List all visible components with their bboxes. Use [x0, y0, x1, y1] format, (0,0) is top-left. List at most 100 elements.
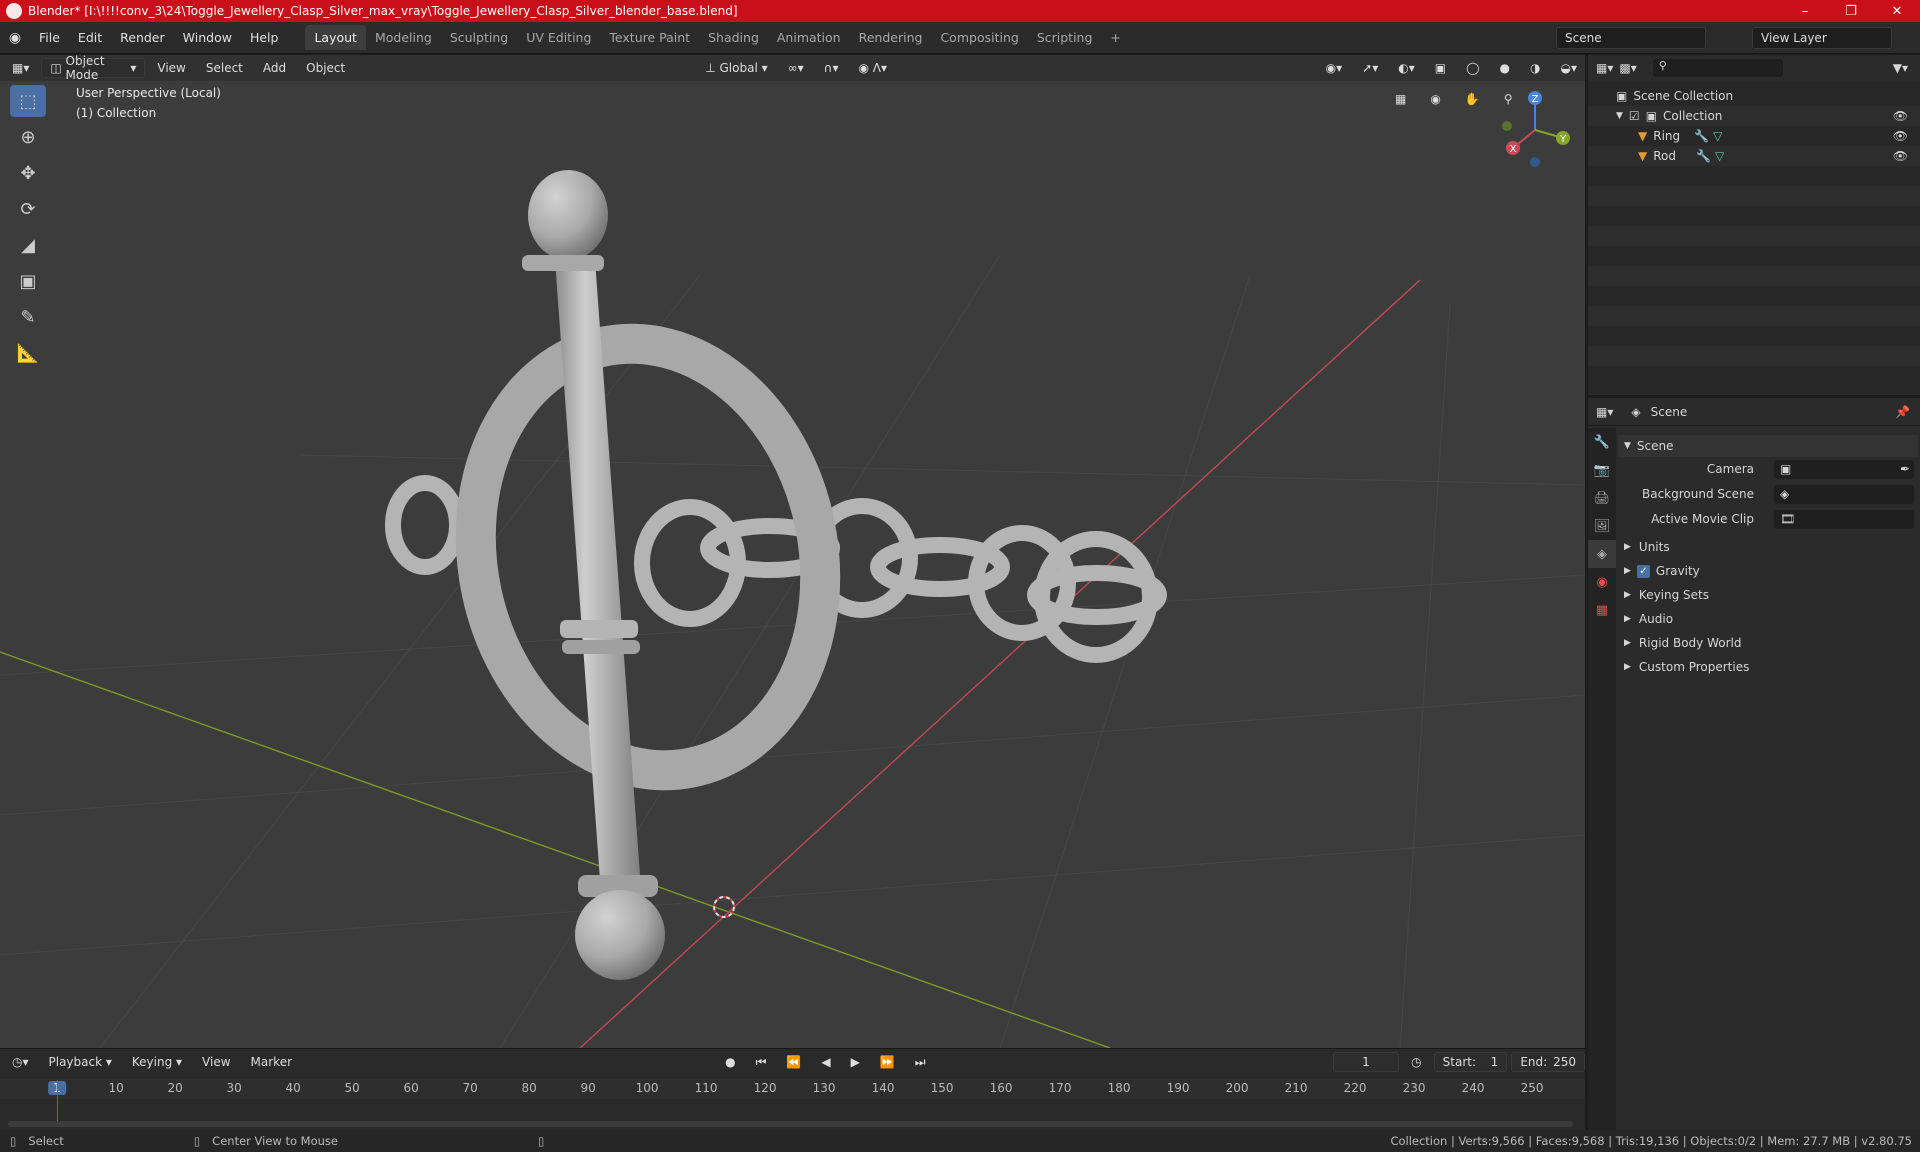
outliner-row-scene-collection[interactable]: ▣ Scene Collection	[1588, 86, 1920, 106]
outliner-search-input[interactable]: ⚲	[1652, 59, 1783, 77]
grid-view-icon[interactable]: ▦	[1387, 89, 1414, 109]
outliner-row-rod[interactable]: ▼ Rod 🔧 ▽ 👁	[1588, 146, 1920, 166]
minimize-icon[interactable]: –	[1782, 0, 1828, 22]
menu-window[interactable]: Window	[174, 30, 241, 45]
visibility-icon[interactable]: ◉▾	[1318, 58, 1351, 78]
units-panel[interactable]: ▶ Units	[1624, 536, 1914, 558]
camera-view-icon[interactable]: ◉	[1422, 89, 1448, 109]
menu-select[interactable]: Select	[198, 58, 251, 78]
3d-viewport[interactable]: ▦▾ ◫ Object Mode ▾ View Select Add Objec…	[0, 55, 1585, 1048]
shading-render-icon[interactable]: ◒▾	[1553, 58, 1586, 78]
gravity-checkbox[interactable]: ✓	[1636, 564, 1650, 578]
keying-sets-panel[interactable]: ▶ Keying Sets	[1624, 584, 1914, 606]
eye-icon[interactable]: 👁	[1893, 149, 1908, 163]
view-layer-selector[interactable]: View Layer	[1752, 27, 1892, 49]
view-layer-tab-icon[interactable]: 🖼	[1588, 512, 1616, 540]
filter-icon[interactable]: ▼▾	[1893, 61, 1908, 75]
tab-uv-editing[interactable]: UV Editing	[517, 25, 600, 50]
active-movie-clip-field[interactable]: 🎞	[1774, 509, 1914, 529]
proportional-edit-icon[interactable]: ◉ Λ▾	[850, 58, 895, 78]
mode-selector[interactable]: ◫ Object Mode ▾	[41, 55, 146, 82]
jump-start-icon[interactable]: ⏮	[748, 1052, 775, 1072]
menu-keying[interactable]: Keying ▾	[124, 1052, 190, 1072]
prev-keyframe-icon[interactable]: ⏪	[778, 1052, 809, 1072]
scene-panel-header[interactable]: ▼ Scene	[1618, 435, 1918, 457]
jump-end-icon[interactable]: ⏭	[907, 1052, 934, 1072]
xray-icon[interactable]: ▣	[1427, 58, 1454, 78]
outliner-row-ring[interactable]: ▼ Ring 🔧 ▽ 👁	[1588, 126, 1920, 146]
play-icon[interactable]: ▶	[843, 1052, 868, 1072]
rotate-tool-icon[interactable]: ⟳	[10, 193, 46, 225]
current-frame-field[interactable]: 1	[1332, 1052, 1400, 1072]
menu-help[interactable]: Help	[241, 30, 288, 45]
menu-add[interactable]: Add	[255, 58, 294, 78]
navigation-gizmo[interactable]: Z Y X	[1495, 90, 1575, 170]
tab-sculpting[interactable]: Sculpting	[441, 25, 517, 50]
move-tool-icon[interactable]: ✥	[10, 157, 46, 189]
texture-tab-icon[interactable]: ▦	[1588, 596, 1616, 624]
menu-edit[interactable]: Edit	[69, 30, 111, 45]
close-icon[interactable]: ✕	[1874, 0, 1920, 22]
tab-compositing[interactable]: Compositing	[931, 25, 1027, 50]
preview-range-icon[interactable]: ◷	[1403, 1052, 1429, 1072]
output-tab-icon[interactable]: 🖨	[1588, 484, 1616, 512]
cursor-tool-icon[interactable]: ⊕	[10, 121, 46, 153]
next-keyframe-icon[interactable]: ⏩	[872, 1052, 903, 1072]
add-workspace-icon[interactable]: +	[1101, 25, 1129, 50]
gizmo-icon[interactable]: ➚▾	[1354, 58, 1386, 78]
editor-type-icon[interactable]: ▦▾	[4, 58, 37, 78]
menu-object[interactable]: Object	[298, 58, 353, 78]
shading-material-icon[interactable]: ◑	[1522, 58, 1548, 78]
annotate-tool-icon[interactable]: ✎	[10, 301, 46, 333]
eye-icon[interactable]: 👁	[1893, 129, 1908, 143]
overlay-icon[interactable]: ◐▾	[1390, 58, 1423, 78]
menu-render[interactable]: Render	[111, 30, 174, 45]
menu-playback[interactable]: Playback ▾	[41, 1052, 120, 1072]
gravity-panel[interactable]: ▶ ✓ Gravity	[1624, 560, 1914, 582]
expand-icon[interactable]: ▼	[1616, 111, 1623, 121]
eyedropper-icon[interactable]: ✒	[1900, 462, 1910, 476]
transform-tool-icon[interactable]: ▣	[10, 265, 46, 297]
menu-timeline-view[interactable]: View	[194, 1052, 238, 1072]
select-box-icon[interactable]: ⬚	[10, 85, 46, 117]
snap-icon[interactable]: ∩▾	[816, 58, 847, 78]
outliner-row-collection[interactable]: ▼ ☑ ▣ Collection 👁	[1588, 106, 1920, 126]
maximize-icon[interactable]: ❐	[1828, 0, 1874, 22]
tab-animation[interactable]: Animation	[768, 25, 850, 50]
play-reverse-icon[interactable]: ◀	[813, 1052, 838, 1072]
scale-tool-icon[interactable]: ◢	[10, 229, 46, 261]
tab-modeling[interactable]: Modeling	[366, 25, 441, 50]
background-scene-field[interactable]: ◈	[1774, 484, 1914, 504]
record-icon[interactable]: ●	[717, 1052, 743, 1072]
camera-field[interactable]: ▣ ✒	[1774, 459, 1914, 479]
world-tab-icon[interactable]: ◉	[1588, 568, 1616, 596]
tab-scripting[interactable]: Scripting	[1028, 25, 1102, 50]
shading-wireframe-icon[interactable]: ◯	[1458, 58, 1487, 78]
properties-editor-icon[interactable]: ▦▾	[1596, 405, 1613, 419]
eye-icon[interactable]: 👁	[1893, 109, 1908, 123]
outliner-editor-icon[interactable]: ▦▾	[1596, 61, 1613, 75]
end-frame-field[interactable]: End: 250	[1511, 1052, 1585, 1072]
tool-tab-icon[interactable]: 🔧	[1588, 428, 1616, 456]
tab-texture-paint[interactable]: Texture Paint	[600, 25, 699, 50]
pin-icon[interactable]: 📌	[1895, 405, 1910, 419]
tab-rendering[interactable]: Rendering	[850, 25, 932, 50]
rigid-body-world-panel[interactable]: ▶ Rigid Body World	[1624, 632, 1914, 654]
scene-tab-icon[interactable]: ◈	[1588, 540, 1616, 568]
menu-view[interactable]: View	[149, 58, 193, 78]
pivot-icon[interactable]: ∞▾	[780, 58, 812, 78]
display-mode-icon[interactable]: ▩▾	[1619, 61, 1636, 75]
tab-layout[interactable]: Layout	[305, 25, 366, 50]
audio-panel[interactable]: ▶ Audio	[1624, 608, 1914, 630]
orientation-selector[interactable]: ⊥ Global ▾	[697, 58, 775, 78]
timeline-scrollbar[interactable]	[8, 1121, 1573, 1127]
start-frame-field[interactable]: Start: 1	[1433, 1052, 1508, 1072]
measure-tool-icon[interactable]: 📐	[10, 337, 46, 369]
menu-file[interactable]: File	[30, 30, 69, 45]
checkbox-icon[interactable]: ☑	[1629, 109, 1640, 123]
tab-shading[interactable]: Shading	[699, 25, 768, 50]
blender-menu-icon[interactable]: ◉	[0, 30, 30, 46]
scene-selector[interactable]: Scene	[1556, 27, 1706, 49]
timeline-editor-icon[interactable]: ◷▾	[4, 1052, 37, 1072]
playhead-line[interactable]	[57, 1080, 58, 1122]
